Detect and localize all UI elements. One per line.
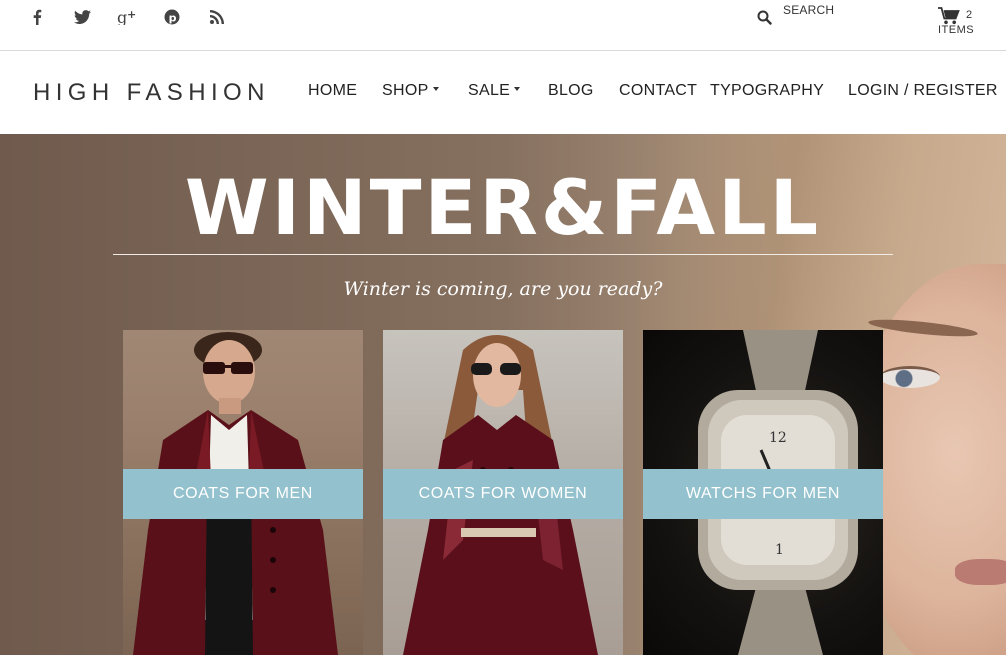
- nav-item-sale[interactable]: SALE: [468, 82, 521, 100]
- site-logo[interactable]: HIGH FASHION: [33, 79, 270, 107]
- google-plus-icon[interactable]: g +: [116, 6, 138, 28]
- nav-item-typography[interactable]: TYPOGRAPHY: [710, 82, 824, 100]
- nav-item-login-register[interactable]: LOGIN / REGISTER: [848, 82, 998, 100]
- svg-text:g: g: [117, 9, 127, 25]
- hero-background-lips: [955, 559, 1006, 585]
- category-card-coats-men[interactable]: COATS FOR MEN: [123, 330, 363, 655]
- hero-subtitle: Winter is coming, are you ready?: [343, 278, 663, 300]
- category-card-coats-women[interactable]: COATS FOR WOMEN: [383, 330, 623, 655]
- search-area[interactable]: SEARCH: [757, 2, 834, 29]
- nav-item-shop[interactable]: SHOP: [382, 82, 439, 100]
- svg-text:1: 1: [775, 542, 784, 558]
- cart-count: 2: [966, 9, 973, 21]
- category-label-watches-men[interactable]: WATCHS FOR MEN: [643, 469, 883, 519]
- twitter-icon[interactable]: [71, 6, 93, 28]
- hero-banner: WINTER&FALL Winter is coming, are you re…: [0, 134, 1006, 655]
- category-label-coats-women[interactable]: COATS FOR WOMEN: [383, 469, 623, 519]
- top-bar: g + p SEARCH 2 ITEMS: [0, 0, 1006, 51]
- nav-item-home[interactable]: HOME: [308, 82, 357, 100]
- nav-label: LOGIN / REGISTER: [848, 82, 998, 99]
- social-links: g + p: [26, 6, 251, 28]
- category-card-watches-men[interactable]: 12 1 WATCHS FOR MEN: [643, 330, 883, 655]
- hero-divider: [113, 254, 893, 255]
- nav-item-contact[interactable]: CONTACT: [619, 82, 697, 100]
- nav-label: SALE: [468, 82, 511, 99]
- nav-label: HOME: [308, 82, 358, 99]
- main-header: HIGH FASHION HOME SHOP SALE BLOG CONTACT…: [0, 52, 1006, 134]
- search-label[interactable]: SEARCH: [783, 3, 834, 17]
- search-icon[interactable]: [757, 10, 772, 29]
- nav-label: BLOG: [548, 82, 594, 99]
- facebook-icon[interactable]: [26, 6, 48, 28]
- nav-label: CONTACT: [619, 82, 698, 99]
- category-label-coats-men[interactable]: COATS FOR MEN: [123, 469, 363, 519]
- chevron-down-icon: [514, 87, 521, 92]
- hero-title: WINTER&FALL: [184, 163, 822, 252]
- nav-label: SHOP: [382, 82, 429, 99]
- pinterest-icon[interactable]: p: [161, 6, 183, 28]
- cart-items-label: ITEMS: [938, 24, 975, 36]
- svg-text:12: 12: [769, 430, 787, 446]
- nav-label: TYPOGRAPHY: [710, 82, 825, 99]
- nav-item-blog[interactable]: BLOG: [548, 82, 594, 100]
- rss-icon[interactable]: [206, 6, 228, 28]
- svg-text:+: +: [127, 9, 136, 21]
- chevron-down-icon: [432, 87, 439, 92]
- svg-text:p: p: [169, 12, 177, 25]
- hero-background-eye: [880, 366, 940, 388]
